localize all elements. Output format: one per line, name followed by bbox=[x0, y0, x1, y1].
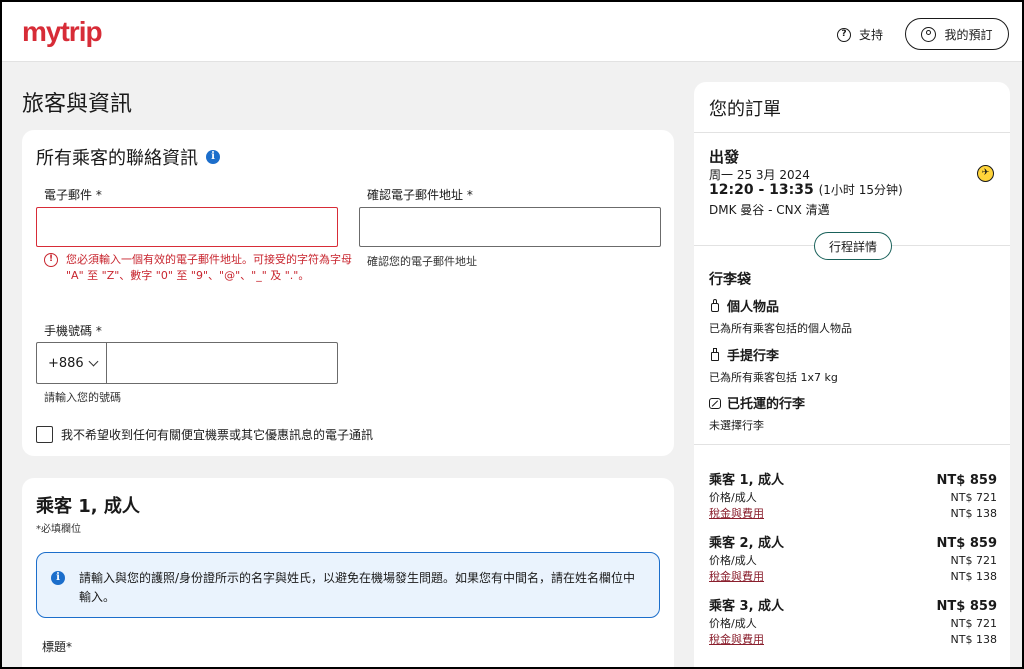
passenger-1-card: 乘客 1, 成人 *必填欄位 i 請輸入與您的護照/身份證所示的名字與姓氏，以避… bbox=[22, 478, 674, 667]
passenger-price-1: 乘客 1, 成人 NT$ 859 价格/成人 NT$ 721 稅金與費用 NT$ 13… bbox=[709, 472, 997, 522]
baggage-heading: 行李袋 bbox=[709, 272, 751, 288]
taxes-fees-link[interactable]: 稅金與費用 bbox=[709, 569, 764, 585]
confirm-email-help: 確認您的電子郵件地址 bbox=[367, 255, 477, 268]
page-frame: mytrip ? 支持 我的預訂 旅客與資訊 所有乘客的聯絡資訊 i 電子郵件 … bbox=[2, 2, 1022, 667]
email-field[interactable] bbox=[36, 207, 338, 247]
contact-title-text: 所有乘客的聯絡資訊 bbox=[36, 148, 198, 169]
trip-details-button[interactable]: 行程詳情 bbox=[814, 232, 892, 260]
phone-label: 手機號碼 * bbox=[44, 324, 102, 338]
name-notice-text: 請輸入與您的護照/身份證所示的名字與姓氏，以避免在機場發生問題。如果您有中間名，… bbox=[79, 571, 636, 604]
order-summary-title: 您的訂單 bbox=[694, 82, 1010, 133]
user-icon bbox=[921, 26, 937, 42]
chevron-down-icon bbox=[88, 356, 99, 366]
price-value: NT$ 721 bbox=[950, 617, 997, 630]
departure-heading: 出發 bbox=[709, 148, 740, 166]
baggage-desc: 已為所有乘客包括的個人物品 bbox=[709, 322, 852, 335]
my-booking-button[interactable]: 我的預訂 bbox=[905, 18, 1009, 50]
passenger-price-3: 乘客 3, 成人 NT$ 859 价格/成人 NT$ 721 稅金與費用 NT$ 13… bbox=[709, 598, 997, 648]
marketing-optout-row: 我不希望收到任何有關便宜機票或其它優惠訊息的電子通訊 bbox=[36, 426, 373, 443]
mytrip-logo[interactable]: mytrip bbox=[22, 16, 103, 48]
baggage-name: 已托運的行李 bbox=[727, 397, 806, 412]
email-label: 電子郵件 * bbox=[44, 188, 102, 202]
price-label: 价格/成人 bbox=[709, 554, 757, 567]
departure-time: 12:20 - 13:35 (1小时 15分钟) bbox=[709, 181, 903, 198]
contact-info-card: 所有乘客的聯絡資訊 i 電子郵件 * ! 您必須輸入一個有效的電子郵件地址。可接… bbox=[22, 130, 674, 456]
passenger-label: 乘客 3, 成人 bbox=[709, 599, 785, 614]
title-field-label: 標題* bbox=[42, 640, 73, 654]
support-link[interactable]: ? 支持 bbox=[837, 26, 883, 43]
personal-item-icon bbox=[709, 299, 721, 312]
help-icon: ? bbox=[837, 27, 851, 42]
contact-card-title: 所有乘客的聯絡資訊 i bbox=[36, 144, 220, 170]
baggage-item-checked: 已托運的行李 bbox=[709, 393, 805, 412]
info-icon[interactable]: i bbox=[206, 150, 220, 164]
checked-bag-icon bbox=[709, 396, 721, 409]
departure-time-range: 12:20 - 13:35 bbox=[709, 182, 814, 198]
taxes-fees-link[interactable]: 稅金與費用 bbox=[709, 506, 764, 522]
top-header: mytrip ? 支持 我的預訂 bbox=[2, 2, 1022, 62]
order-summary-panel: 您的訂單 出發 周一 25 3月 2024 12:20 - 13:35 (1小时… bbox=[694, 82, 1010, 667]
marketing-optout-label[interactable]: 我不希望收到任何有關便宜機票或其它優惠訊息的電子通訊 bbox=[61, 426, 373, 443]
baggage-desc: 已為所有乘客包括 1x7 kg bbox=[709, 371, 838, 384]
taxes-fees-link[interactable]: 稅金與費用 bbox=[709, 632, 764, 648]
passenger-title: 乘客 1, 成人 bbox=[36, 496, 140, 517]
passenger-total: NT$ 859 bbox=[936, 536, 997, 551]
page-title: 旅客與資訊 bbox=[22, 92, 133, 117]
passenger-price-2: 乘客 2, 成人 NT$ 859 价格/成人 NT$ 721 稅金與費用 NT$ 13… bbox=[709, 535, 997, 585]
baggage-item-personal: 個人物品 bbox=[709, 296, 779, 315]
carry-on-icon bbox=[709, 348, 721, 361]
confirm-email-label: 確認電子郵件地址 * bbox=[367, 188, 473, 202]
marketing-optout-checkbox[interactable] bbox=[36, 426, 53, 443]
price-value: NT$ 721 bbox=[950, 554, 997, 567]
baggage-desc: 未選擇行李 bbox=[709, 419, 764, 432]
flight-route: DMK 曼谷 - CNX 清邁 bbox=[709, 203, 830, 217]
email-error: ! 您必須輸入一個有效的電子郵件地址。可接受的字符為字母 "A" 至 "Z"、數… bbox=[44, 252, 354, 284]
support-label: 支持 bbox=[859, 28, 884, 42]
name-notice-banner: i 請輸入與您的護照/身份證所示的名字與姓氏，以避免在機場發生問題。如果您有中間… bbox=[36, 552, 660, 618]
passenger-label: 乘客 1, 成人 bbox=[709, 473, 785, 488]
required-note: *必填欄位 bbox=[36, 524, 81, 535]
error-icon: ! bbox=[44, 253, 58, 267]
baggage-name: 個人物品 bbox=[727, 300, 780, 315]
phone-help: 請輸入您的號碼 bbox=[44, 391, 121, 404]
baggage-item-carryon: 手提行李 bbox=[709, 345, 779, 364]
email-error-text: 您必須輸入一個有效的電子郵件地址。可接受的字符為字母 "A" 至 "Z"、數字 … bbox=[66, 253, 352, 282]
passenger-label: 乘客 2, 成人 bbox=[709, 536, 785, 551]
divider bbox=[694, 444, 1010, 445]
tax-value: NT$ 138 bbox=[950, 570, 997, 583]
price-label: 价格/成人 bbox=[709, 617, 757, 630]
confirm-email-field[interactable] bbox=[359, 207, 661, 247]
country-code-value: +886 bbox=[48, 355, 84, 371]
phone-input-group: +886 bbox=[36, 342, 338, 384]
tax-value: NT$ 138 bbox=[950, 507, 997, 520]
airline-logo-icon: ✈ bbox=[977, 165, 994, 182]
passenger-total: NT$ 859 bbox=[936, 599, 997, 614]
phone-number-field[interactable] bbox=[107, 343, 337, 383]
info-icon: i bbox=[51, 571, 65, 585]
baggage-name: 手提行李 bbox=[727, 349, 780, 364]
price-value: NT$ 721 bbox=[950, 491, 997, 504]
price-label: 价格/成人 bbox=[709, 491, 757, 504]
passenger-total: NT$ 859 bbox=[936, 473, 997, 488]
tax-value: NT$ 138 bbox=[950, 633, 997, 646]
my-booking-label: 我的預訂 bbox=[944, 27, 993, 42]
flight-duration: (1小时 15分钟) bbox=[818, 183, 903, 197]
country-code-select[interactable]: +886 bbox=[37, 343, 107, 383]
